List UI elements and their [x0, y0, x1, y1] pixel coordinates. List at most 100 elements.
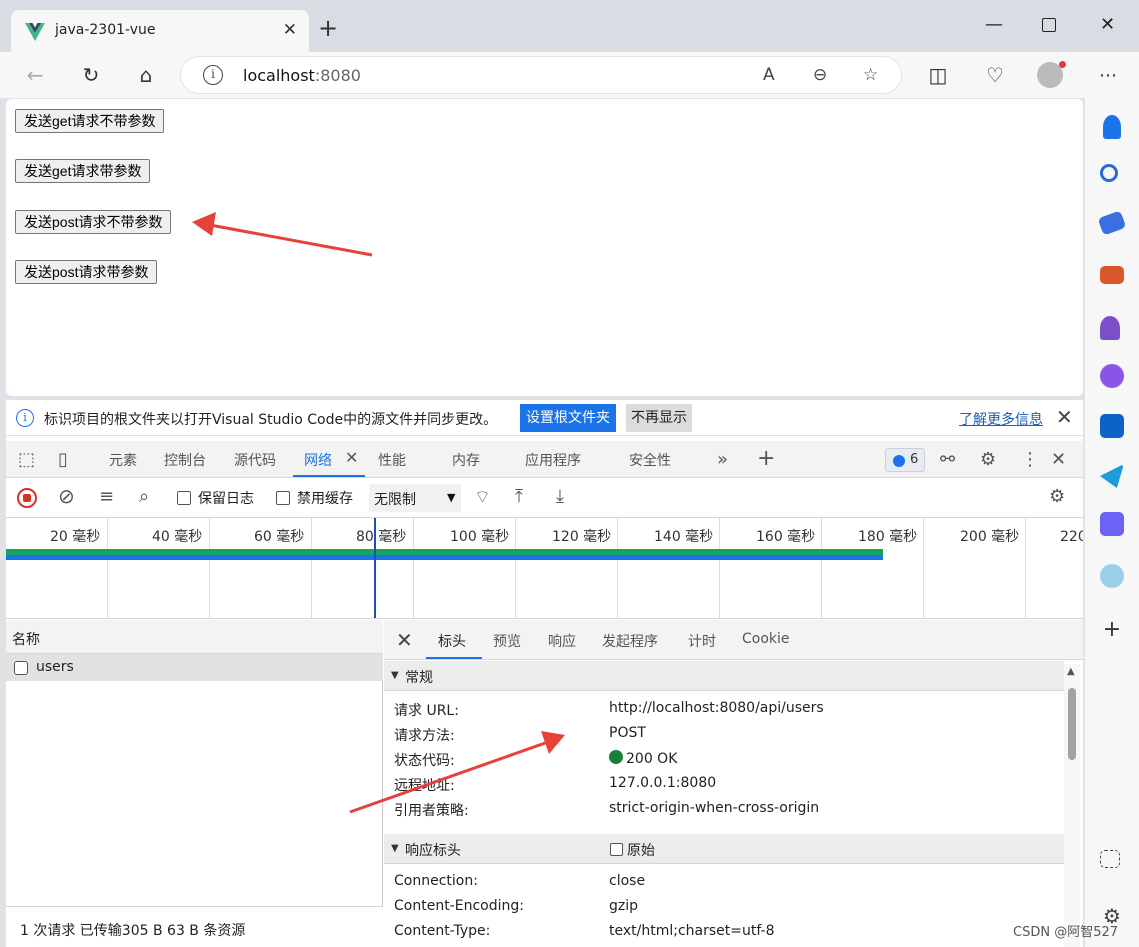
filter-icon[interactable]: ≡ — [99, 486, 114, 507]
close-tab-icon[interactable]: ✕ — [283, 20, 297, 40]
request-checkbox[interactable] — [14, 661, 28, 675]
tab-preview[interactable]: 预览 — [493, 631, 521, 651]
shopping-tag-icon[interactable] — [1097, 210, 1127, 236]
search-network-icon[interactable]: ⌕ — [139, 486, 149, 507]
dont-show-again-button[interactable]: 不再显示 — [626, 404, 692, 432]
zoom-icon[interactable]: ⊖ — [813, 65, 827, 85]
add-tool-icon[interactable]: + — [757, 446, 775, 471]
outlook-icon[interactable] — [1100, 414, 1124, 438]
get-no-params-button[interactable]: 发送get请求不带参数 — [15, 109, 165, 133]
import-har-icon[interactable]: ⤒ — [515, 486, 523, 507]
scrollbar-thumb[interactable] — [1068, 688, 1076, 760]
screenshot-icon[interactable] — [1100, 850, 1120, 868]
request-list-header[interactable]: 名称 — [6, 620, 383, 654]
read-aloud-icon[interactable]: A — [763, 65, 775, 85]
issues-badge[interactable]: 6 — [885, 448, 925, 472]
disable-cache-checkbox[interactable] — [276, 491, 290, 505]
close-window-icon[interactable]: ✕ — [1100, 14, 1115, 35]
maximize-icon[interactable] — [1042, 18, 1056, 32]
timeline-gridline — [413, 518, 414, 618]
tab-application[interactable]: 应用程序 — [525, 450, 581, 470]
timeline-tick: 220 毫秒 — [1060, 529, 1083, 545]
network-conditions-icon[interactable]: ⌔ — [474, 486, 491, 509]
microsoft-365-icon[interactable] — [1100, 364, 1124, 388]
split-screen-icon[interactable]: ◫ — [925, 62, 951, 88]
header-value: gzip — [609, 898, 639, 914]
header-key: Content-Encoding: — [394, 898, 524, 914]
site-info-icon[interactable]: i — [203, 65, 223, 85]
tab-cookies[interactable]: Cookie — [742, 631, 790, 647]
collapse-triangle-icon: ▼ — [391, 670, 399, 681]
refresh-icon[interactable]: ↻ — [78, 62, 104, 88]
home-icon[interactable]: ⌂ — [133, 62, 159, 88]
close-details-icon[interactable]: ✕ — [396, 628, 413, 652]
network-toolbar: ⊘ ≡ ⌕ 保留日志 禁用缓存 无限制 ▼ ⌔ ⤒ ⤓ ⚙ — [6, 478, 1083, 518]
tab-headers[interactable]: 标头 — [438, 631, 466, 651]
set-root-folder-button[interactable]: 设置根文件夹 — [520, 404, 616, 432]
inspect-element-icon[interactable]: ⬚ — [18, 449, 35, 470]
tab-timing[interactable]: 计时 — [688, 631, 716, 651]
clear-icon[interactable]: ⊘ — [58, 484, 75, 508]
dropdown-arrow-icon: ▼ — [447, 491, 456, 504]
status-ok-icon — [609, 750, 623, 764]
drop-icon[interactable] — [1100, 512, 1124, 536]
customize-icon[interactable]: ⚯ — [940, 449, 955, 470]
browser-essentials-icon[interactable]: ♡ — [982, 62, 1008, 88]
export-har-icon[interactable]: ⤓ — [556, 486, 564, 507]
tab-sources[interactable]: 源代码 — [234, 450, 276, 470]
tab-initiator[interactable]: 发起程序 — [602, 631, 658, 651]
general-section-header[interactable]: ▼ 常规 — [384, 661, 1064, 691]
timeline-tick: 20 毫秒 — [50, 529, 101, 545]
notifications-bell-icon[interactable] — [1103, 115, 1121, 139]
chat-bubble-icon[interactable] — [1100, 564, 1124, 588]
timeline-gridline — [617, 518, 618, 618]
post-no-params-button[interactable]: 发送post请求不带参数 — [15, 210, 172, 234]
minimize-icon[interactable]: — — [985, 14, 1003, 35]
close-infobar-icon[interactable]: ✕ — [1056, 405, 1073, 429]
tab-security[interactable]: 安全性 — [629, 450, 671, 470]
timeline-gridline — [923, 518, 924, 618]
post-with-params-button[interactable]: 发送post请求带参数 — [15, 260, 158, 284]
tab-response[interactable]: 响应 — [548, 631, 576, 651]
devtools-more-icon[interactable]: ⋮ — [1021, 449, 1039, 470]
tab-console[interactable]: 控制台 — [164, 450, 206, 470]
favorite-star-icon[interactable]: ☆ — [863, 65, 878, 85]
timeline-tick: 40 毫秒 — [152, 529, 203, 545]
browser-tab[interactable]: java-2301-vue ✕ — [11, 10, 309, 53]
details-scrollbar[interactable]: ▲ — [1064, 664, 1080, 947]
tab-network[interactable]: 网络 — [304, 450, 332, 470]
more-tabs-chevron-icon[interactable]: » — [717, 449, 728, 470]
device-emulation-icon[interactable]: ▯ — [58, 449, 68, 470]
throttling-select[interactable]: 无限制 ▼ — [369, 484, 461, 512]
get-with-params-button[interactable]: 发送get请求带参数 — [15, 159, 151, 183]
request-row[interactable]: users — [6, 654, 383, 681]
more-menu-icon[interactable]: ⋯ — [1095, 62, 1121, 88]
scroll-up-icon[interactable]: ▲ — [1067, 666, 1075, 677]
profile-notification-dot — [1059, 61, 1066, 68]
header-value: text/html;charset=utf-8 — [609, 923, 775, 939]
tab-performance[interactable]: 性能 — [378, 450, 406, 470]
new-tab-icon[interactable]: + — [318, 16, 338, 40]
games-chess-icon[interactable] — [1100, 316, 1120, 340]
back-icon[interactable]: ← — [22, 62, 48, 88]
timeline-tick: 140 毫秒 — [654, 529, 714, 545]
raw-headers-checkbox[interactable] — [610, 843, 623, 856]
record-icon[interactable] — [17, 488, 37, 508]
learn-more-link[interactable]: 了解更多信息 — [959, 409, 1043, 429]
send-icon[interactable] — [1100, 464, 1124, 488]
tab-elements[interactable]: 元素 — [109, 450, 137, 470]
address-bar[interactable]: i localhost:8080 A ⊖ ☆ — [180, 56, 902, 94]
preserve-log-checkbox[interactable] — [177, 491, 191, 505]
active-tab-indicator — [293, 475, 365, 477]
devtools-settings-icon[interactable]: ⚙ — [980, 449, 996, 470]
response-headers-section-header[interactable]: ▼ 响应标头 原始 — [384, 834, 1064, 864]
tools-briefcase-icon[interactable] — [1100, 266, 1124, 284]
close-network-tab-icon[interactable]: ✕ — [345, 448, 358, 467]
tab-memory[interactable]: 内存 — [452, 450, 480, 470]
close-devtools-icon[interactable]: ✕ — [1051, 449, 1066, 470]
network-settings-icon[interactable]: ⚙ — [1049, 486, 1065, 507]
network-overview-timeline[interactable]: 20 毫秒 40 毫秒 60 毫秒 80 毫秒 100 毫秒 120 毫秒 14… — [6, 518, 1083, 619]
add-sidebar-icon[interactable]: + — [1100, 618, 1124, 642]
search-icon[interactable] — [1100, 164, 1118, 182]
disable-cache-label: 禁用缓存 — [297, 491, 353, 507]
